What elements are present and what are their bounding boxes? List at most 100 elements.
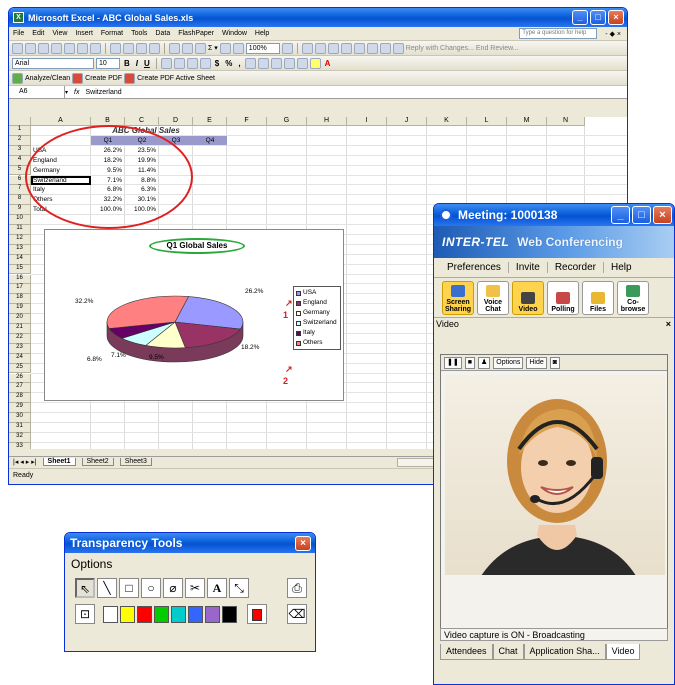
palette-swatch[interactable] — [205, 605, 220, 623]
menu-edit[interactable]: Edit — [32, 30, 44, 37]
row-header-27[interactable]: 27 — [9, 383, 31, 394]
row-header-26[interactable]: 26 — [9, 373, 31, 384]
co-browse-button[interactable]: Co-browse — [617, 280, 649, 315]
end-review[interactable]: End Review... — [476, 45, 519, 52]
person-icon[interactable]: ♟ — [477, 356, 491, 369]
scissors-icon[interactable]: ✂ — [185, 578, 205, 598]
clear-annotations-icon[interactable]: ⌫ — [287, 604, 307, 624]
screen-sharing-button[interactable]: Screen Sharing — [442, 280, 474, 315]
video-hide-button[interactable]: Hide — [526, 356, 547, 369]
tab-attendees[interactable]: Attendees — [440, 644, 493, 660]
print-preview-icon[interactable] — [77, 42, 88, 54]
borders-icon[interactable] — [296, 57, 308, 69]
embedded-pie-chart[interactable]: Q1 Global Sales 32.2% 26.2% 18.2% 9.5% 7.1% 6.… — [44, 229, 344, 401]
menu-file[interactable]: File — [13, 30, 24, 37]
row-header-8[interactable]: 8 — [9, 195, 31, 206]
chart-title[interactable]: Q1 Global Sales — [149, 238, 245, 254]
palette-swatch[interactable] — [103, 605, 118, 623]
menu-preferences[interactable]: Preferences — [440, 262, 509, 273]
menu-format[interactable]: Format — [101, 30, 123, 37]
text-tool-icon[interactable]: A — [207, 578, 227, 598]
increase-indent-icon[interactable] — [283, 57, 295, 69]
tab-sheet3[interactable]: Sheet3 — [119, 458, 152, 466]
tab-chat[interactable]: Chat — [492, 644, 524, 660]
comma-button[interactable]: , — [236, 59, 242, 68]
select-area-icon[interactable]: ⊡ — [75, 604, 95, 624]
chart-legend[interactable]: USA England Germany Switzerland Italy Others — [293, 286, 341, 350]
menu-help[interactable]: Help — [255, 30, 269, 37]
document-window-controls[interactable]: - ◆ × — [605, 30, 621, 38]
transparency-close-button[interactable]: × — [295, 535, 311, 551]
chart-wizard-icon[interactable] — [232, 42, 244, 54]
align-center-icon[interactable] — [173, 57, 185, 69]
close-icon[interactable]: × — [666, 319, 671, 329]
row-header-20[interactable]: 20 — [9, 314, 31, 324]
transparency-title-bar[interactable]: Transparency Tools × — [65, 533, 315, 553]
decrease-indent-icon[interactable] — [270, 57, 282, 69]
redo-icon[interactable] — [182, 42, 193, 54]
reviewing-icon-6[interactable] — [366, 42, 378, 54]
meeting-close-button[interactable]: × — [653, 206, 672, 224]
row-header-15[interactable]: 15 — [9, 264, 31, 275]
row-header-32[interactable]: 32 — [9, 432, 31, 443]
row-header-30[interactable]: 30 — [9, 413, 31, 423]
row-header-3[interactable]: 3 — [9, 145, 31, 156]
row-header-19[interactable]: 19 — [9, 304, 31, 315]
options-menu[interactable]: Options — [65, 553, 315, 575]
autosum-icon[interactable]: Σ ▾ — [208, 44, 218, 52]
undo-icon[interactable] — [169, 42, 180, 54]
palette-swatch[interactable] — [120, 605, 135, 623]
row-header-18[interactable]: 18 — [9, 294, 31, 305]
tab-sheet1[interactable]: Sheet1 — [42, 458, 76, 466]
meeting-maximize-button[interactable]: □ — [632, 206, 651, 224]
row-header-29[interactable]: 29 — [9, 403, 31, 414]
align-left-icon[interactable] — [160, 57, 172, 69]
row-header-23[interactable]: 23 — [9, 343, 31, 354]
column-header-e[interactable]: E — [193, 117, 227, 126]
row-header-28[interactable]: 28 — [9, 393, 31, 404]
align-right-icon[interactable] — [186, 57, 198, 69]
files-button[interactable]: Files — [582, 280, 614, 315]
close-button[interactable]: × — [608, 10, 624, 25]
menu-invite[interactable]: Invite — [509, 262, 548, 273]
pause-icon[interactable]: ❚❚ — [444, 356, 462, 369]
excel-title-bar[interactable]: X Microsoft Excel - ABC Global Sales.xls… — [9, 8, 627, 27]
palette-swatch[interactable] — [171, 605, 186, 623]
currency-button[interactable]: $ — [213, 59, 221, 68]
palette-swatch[interactable] — [154, 605, 169, 623]
voice-chat-button[interactable]: Voice Chat — [477, 280, 509, 315]
row-header-13[interactable]: 13 — [9, 244, 31, 255]
paste-icon[interactable] — [136, 42, 147, 54]
row-header-2[interactable]: 2 — [9, 135, 31, 146]
reviewing-icon-2[interactable] — [314, 42, 326, 54]
new-icon[interactable] — [12, 42, 23, 54]
row-header-9[interactable]: 9 — [9, 205, 31, 216]
column-header-n[interactable]: N — [547, 117, 585, 126]
formula-value[interactable]: Switzerland — [85, 89, 121, 96]
column-header-c[interactable]: C — [125, 117, 159, 126]
zoom-select[interactable]: 100% — [245, 42, 280, 54]
bold-button[interactable]: B — [122, 59, 132, 68]
camera-icon[interactable]: ⎙ — [287, 578, 307, 598]
row-header-16[interactable]: 16 — [9, 274, 31, 285]
fx-icon[interactable]: fx — [74, 89, 79, 96]
video-options-button[interactable]: Options — [493, 356, 524, 369]
menu-help[interactable]: Help — [604, 262, 639, 273]
sort-icon[interactable] — [219, 42, 231, 54]
spelling-icon[interactable] — [90, 42, 101, 54]
menu-flashpaper[interactable]: FlashPaper — [178, 30, 214, 37]
row-header-33[interactable]: 33 — [9, 442, 31, 449]
column-header-m[interactable]: M — [507, 117, 547, 126]
font-color-button[interactable]: A — [323, 59, 333, 68]
row-header-11[interactable]: 11 — [9, 225, 31, 235]
open-icon[interactable] — [25, 42, 36, 54]
reply-with-changes[interactable]: Reply with Changes... — [406, 45, 474, 52]
column-header-d[interactable]: D — [159, 117, 193, 126]
row-header-31[interactable]: 31 — [9, 423, 31, 433]
reviewing-icon-5[interactable] — [353, 42, 365, 54]
column-header-a[interactable]: A — [31, 117, 91, 126]
column-header-j[interactable]: J — [387, 117, 427, 126]
tab-video[interactable]: Video — [605, 644, 641, 660]
copy-icon[interactable] — [123, 42, 134, 54]
meeting-title-bar[interactable]: Meeting: 1000138 _ □ × — [434, 204, 674, 226]
